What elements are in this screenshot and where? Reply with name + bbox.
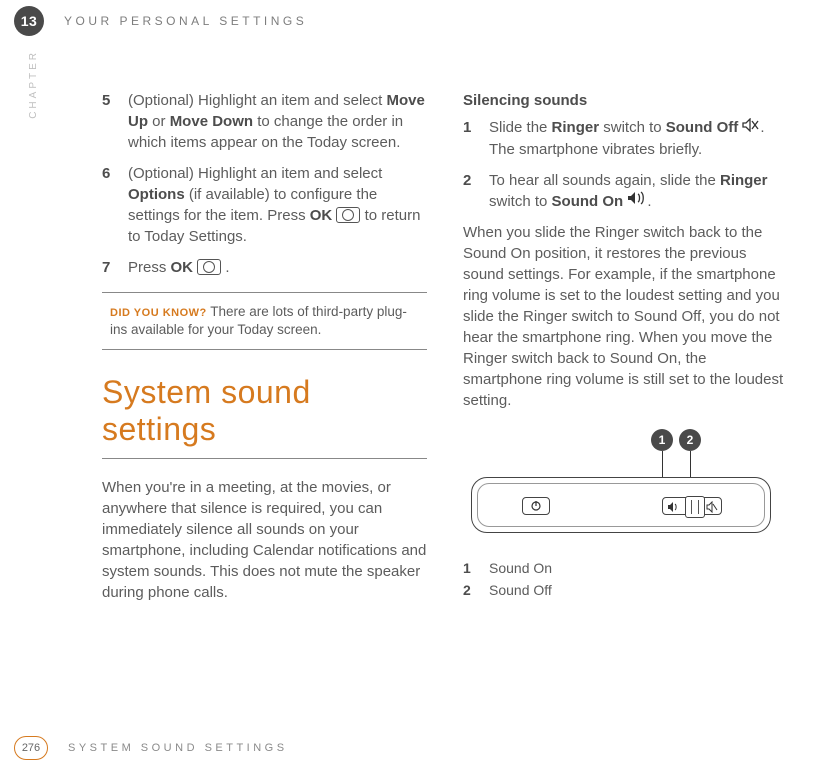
step-number: 7 [102, 257, 116, 278]
ringer-slider-handle [685, 496, 705, 518]
step-body: (Optional) Highlight an item and select … [128, 90, 427, 153]
step-number: 6 [102, 163, 116, 247]
step-number: 1 [463, 117, 477, 160]
step-7: 7 Press OK . [102, 257, 427, 278]
footer-title: SYSTEM SOUND SETTINGS [68, 742, 288, 754]
power-button-icon [522, 497, 550, 515]
bold-text: Ringer [720, 172, 768, 189]
left-column: 5 (Optional) Highlight an item and selec… [102, 90, 427, 611]
ok-button-icon [197, 259, 221, 275]
bold-text: Options [128, 186, 185, 203]
step-body: To hear all sounds again, slide the Ring… [489, 170, 788, 213]
page-content: 5 (Optional) Highlight an item and selec… [102, 90, 792, 611]
text: . [221, 259, 229, 276]
section-rule [102, 458, 427, 459]
legend-number: 2 [463, 581, 477, 601]
text: To hear all sounds again, slide the [489, 172, 720, 189]
bold-text: Ringer [552, 119, 600, 136]
text: Press [128, 259, 171, 276]
legend-item: 1 Sound On [463, 559, 788, 579]
step-body: Slide the Ringer switch to Sound Off . T… [489, 117, 788, 160]
intro-paragraph: When you're in a meeting, at the movies,… [102, 477, 427, 603]
bold-text: Sound On [552, 193, 624, 210]
text: . [647, 193, 651, 210]
text: switch to [489, 193, 552, 210]
section-title: System sound settings [102, 374, 427, 448]
sound-on-icon [627, 190, 647, 211]
step-number: 5 [102, 90, 116, 153]
device-figure: 1 2 [463, 429, 781, 549]
device-outline [471, 477, 771, 533]
sound-off-icon [742, 117, 760, 138]
legend-item: 2 Sound Off [463, 581, 788, 601]
text: (Optional) Highlight an item and select [128, 165, 382, 182]
figure-callout-2: 2 [679, 429, 701, 451]
step-2: 2 To hear all sounds again, slide the Ri… [463, 170, 788, 213]
did-you-know-callout: DID YOU KNOW? There are lots of third-pa… [102, 292, 427, 350]
bold-text: OK [171, 259, 194, 276]
header-title: YOUR PERSONAL SETTINGS [64, 14, 307, 28]
bold-text: Sound Off [666, 119, 738, 136]
bold-text: Move Down [170, 113, 253, 130]
right-column: Silencing sounds 1 Slide the Ringer swit… [463, 90, 788, 611]
page-footer: 276 SYSTEM SOUND SETTINGS [14, 736, 288, 760]
page-number: 276 [14, 736, 48, 760]
explanation-paragraph: When you slide the Ringer switch back to… [463, 222, 788, 411]
text: switch to [599, 119, 666, 136]
chapter-label-vertical: CHAPTER [28, 50, 39, 119]
step-1: 1 Slide the Ringer switch to Sound Off .… [463, 117, 788, 160]
step-body: Press OK . [128, 257, 427, 278]
text: or [148, 113, 170, 130]
ok-button-icon [336, 207, 360, 223]
chapter-number-badge: 13 [14, 6, 44, 36]
step-body: (Optional) Highlight an item and select … [128, 163, 427, 247]
subheading: Silencing sounds [463, 90, 788, 111]
figure-legend: 1 Sound On 2 Sound Off [463, 559, 788, 600]
bold-text: OK [310, 207, 333, 224]
legend-number: 1 [463, 559, 477, 579]
callout-label: DID YOU KNOW? [110, 307, 207, 319]
step-6: 6 (Optional) Highlight an item and selec… [102, 163, 427, 247]
text: (Optional) Highlight an item and select [128, 92, 386, 109]
figure-callout-1: 1 [651, 429, 673, 451]
ringer-switch [662, 497, 722, 515]
legend-text: Sound Off [489, 581, 552, 601]
step-number: 2 [463, 170, 477, 213]
legend-text: Sound On [489, 559, 552, 579]
text: Slide the [489, 119, 552, 136]
step-5: 5 (Optional) Highlight an item and selec… [102, 90, 427, 153]
